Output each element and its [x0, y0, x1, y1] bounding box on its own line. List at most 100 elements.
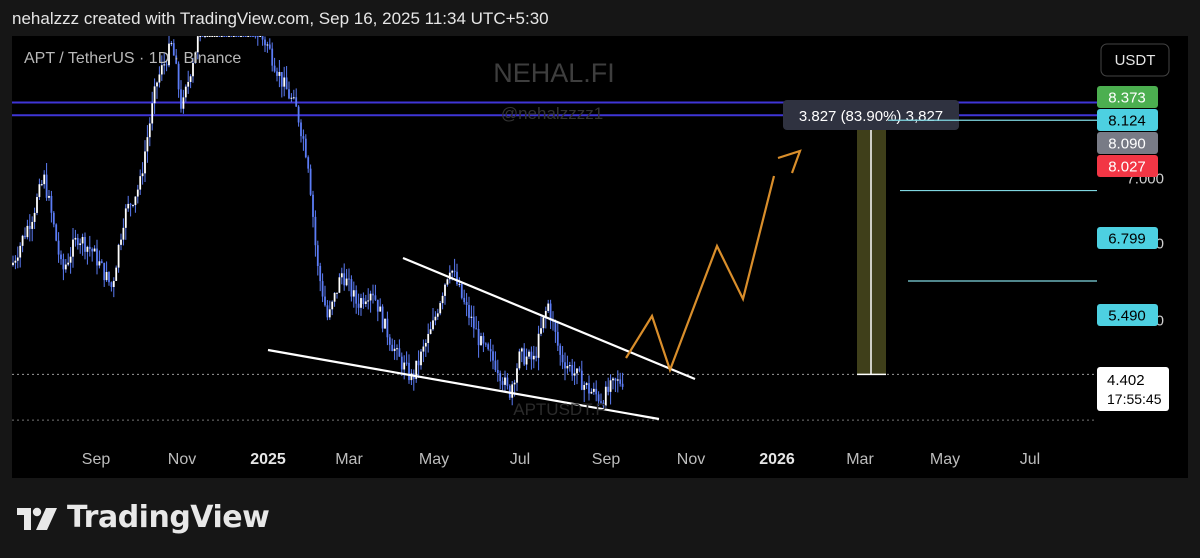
- candle-body: [199, 36, 202, 37]
- candle-body: [271, 48, 274, 66]
- candle-body: [429, 329, 432, 334]
- candle-body: [480, 336, 482, 346]
- candle-body: [547, 303, 550, 311]
- candle-body: [170, 43, 173, 45]
- candle-body: [211, 36, 214, 37]
- candle-body: [26, 225, 29, 238]
- candle-body: [88, 246, 91, 250]
- candle-body: [244, 36, 247, 37]
- candle-body: [451, 270, 454, 273]
- candle-body: [513, 382, 516, 385]
- candle-body: [252, 36, 254, 37]
- candle-body: [28, 225, 31, 229]
- candle-body: [609, 380, 612, 392]
- candle-body: [76, 237, 79, 245]
- candle-body: [516, 368, 518, 383]
- candle-body: [38, 184, 41, 198]
- candle-body: [576, 368, 578, 374]
- chart-title: APT / TetherUS · 1D · Binance: [24, 50, 241, 67]
- candle-body: [331, 301, 334, 310]
- candle-body: [367, 300, 370, 302]
- candle-body: [530, 351, 533, 360]
- candle-body: [304, 138, 307, 158]
- candle-body: [475, 328, 478, 330]
- candle-body: [403, 362, 406, 370]
- candle-body: [585, 383, 588, 386]
- candle-body: [324, 296, 326, 306]
- candle-body: [266, 44, 269, 46]
- candle-body: [372, 293, 374, 296]
- candle-body: [374, 295, 377, 300]
- candle-body: [206, 36, 209, 37]
- candle-body: [182, 97, 185, 109]
- candle-body: [309, 168, 312, 195]
- chart-panel[interactable]: 3.827 (83.90%) 3,827 5.0006.0007.000SepN…: [12, 36, 1188, 478]
- tradingview-logo: TradingView: [15, 500, 270, 535]
- candle-body: [19, 245, 22, 258]
- candle-body: [98, 261, 101, 266]
- x-tick-label: 2026: [759, 451, 795, 468]
- candle-body: [307, 157, 310, 169]
- candle-body: [616, 379, 619, 381]
- candle-body: [482, 336, 485, 344]
- candle-body: [74, 237, 77, 240]
- candle-body: [93, 248, 96, 252]
- candle-body: [523, 348, 526, 365]
- price-tag-label: 8.027: [1108, 159, 1146, 176]
- candle-body: [352, 290, 355, 297]
- candle-body: [100, 261, 103, 263]
- candle-body: [357, 303, 360, 308]
- candle-body: [225, 36, 228, 37]
- candle-body: [302, 136, 305, 139]
- candle-body: [556, 331, 559, 346]
- candle-body: [439, 303, 442, 314]
- candle-body: [472, 316, 475, 329]
- candle-body: [115, 267, 118, 281]
- candle-body: [614, 378, 617, 381]
- candle-body: [24, 235, 26, 238]
- candle-body: [295, 97, 298, 107]
- candle-body: [249, 36, 252, 37]
- candle-body: [518, 351, 521, 369]
- candle-body: [388, 337, 391, 345]
- candle-body: [532, 355, 535, 360]
- candle-body: [381, 306, 384, 329]
- candle-body: [492, 351, 494, 361]
- candle-body: [386, 318, 389, 338]
- candle-body: [264, 39, 266, 46]
- candle-body: [81, 237, 84, 244]
- projection-path: [625, 175, 776, 374]
- candle-body: [456, 271, 458, 285]
- candle-body: [259, 36, 262, 37]
- candle-body: [290, 97, 293, 99]
- price-chart[interactable]: 3.827 (83.90%) 3,827 5.0006.0007.000SepN…: [12, 36, 1188, 478]
- candle-body: [148, 123, 151, 138]
- candle-body: [108, 271, 110, 283]
- candle-body: [499, 373, 502, 382]
- candle-body: [254, 36, 257, 37]
- candle-body: [369, 293, 372, 301]
- candle-body: [69, 256, 72, 263]
- candle-body: [228, 36, 230, 37]
- candle-body: [132, 205, 134, 207]
- candle-body: [422, 346, 425, 352]
- candle-body: [62, 259, 65, 270]
- candle-body: [571, 365, 574, 376]
- candle-body: [184, 86, 187, 98]
- candle-body: [326, 305, 329, 318]
- candle-body: [321, 281, 324, 297]
- candle-body: [458, 283, 461, 285]
- x-tick-label: Sep: [592, 451, 621, 468]
- candle-body: [268, 44, 271, 49]
- candle-body: [391, 344, 394, 351]
- price-tag-label: 5.490: [1108, 308, 1146, 325]
- candle-body: [84, 237, 86, 252]
- candle-body: [232, 36, 235, 37]
- price-tag-label: 8.090: [1108, 136, 1146, 153]
- candle-body: [127, 203, 130, 209]
- currency-button[interactable]: USDT: [1100, 43, 1170, 77]
- candle-body: [60, 254, 62, 260]
- candle-body: [463, 297, 466, 303]
- candle-body: [573, 373, 576, 376]
- candle-body: [45, 174, 48, 198]
